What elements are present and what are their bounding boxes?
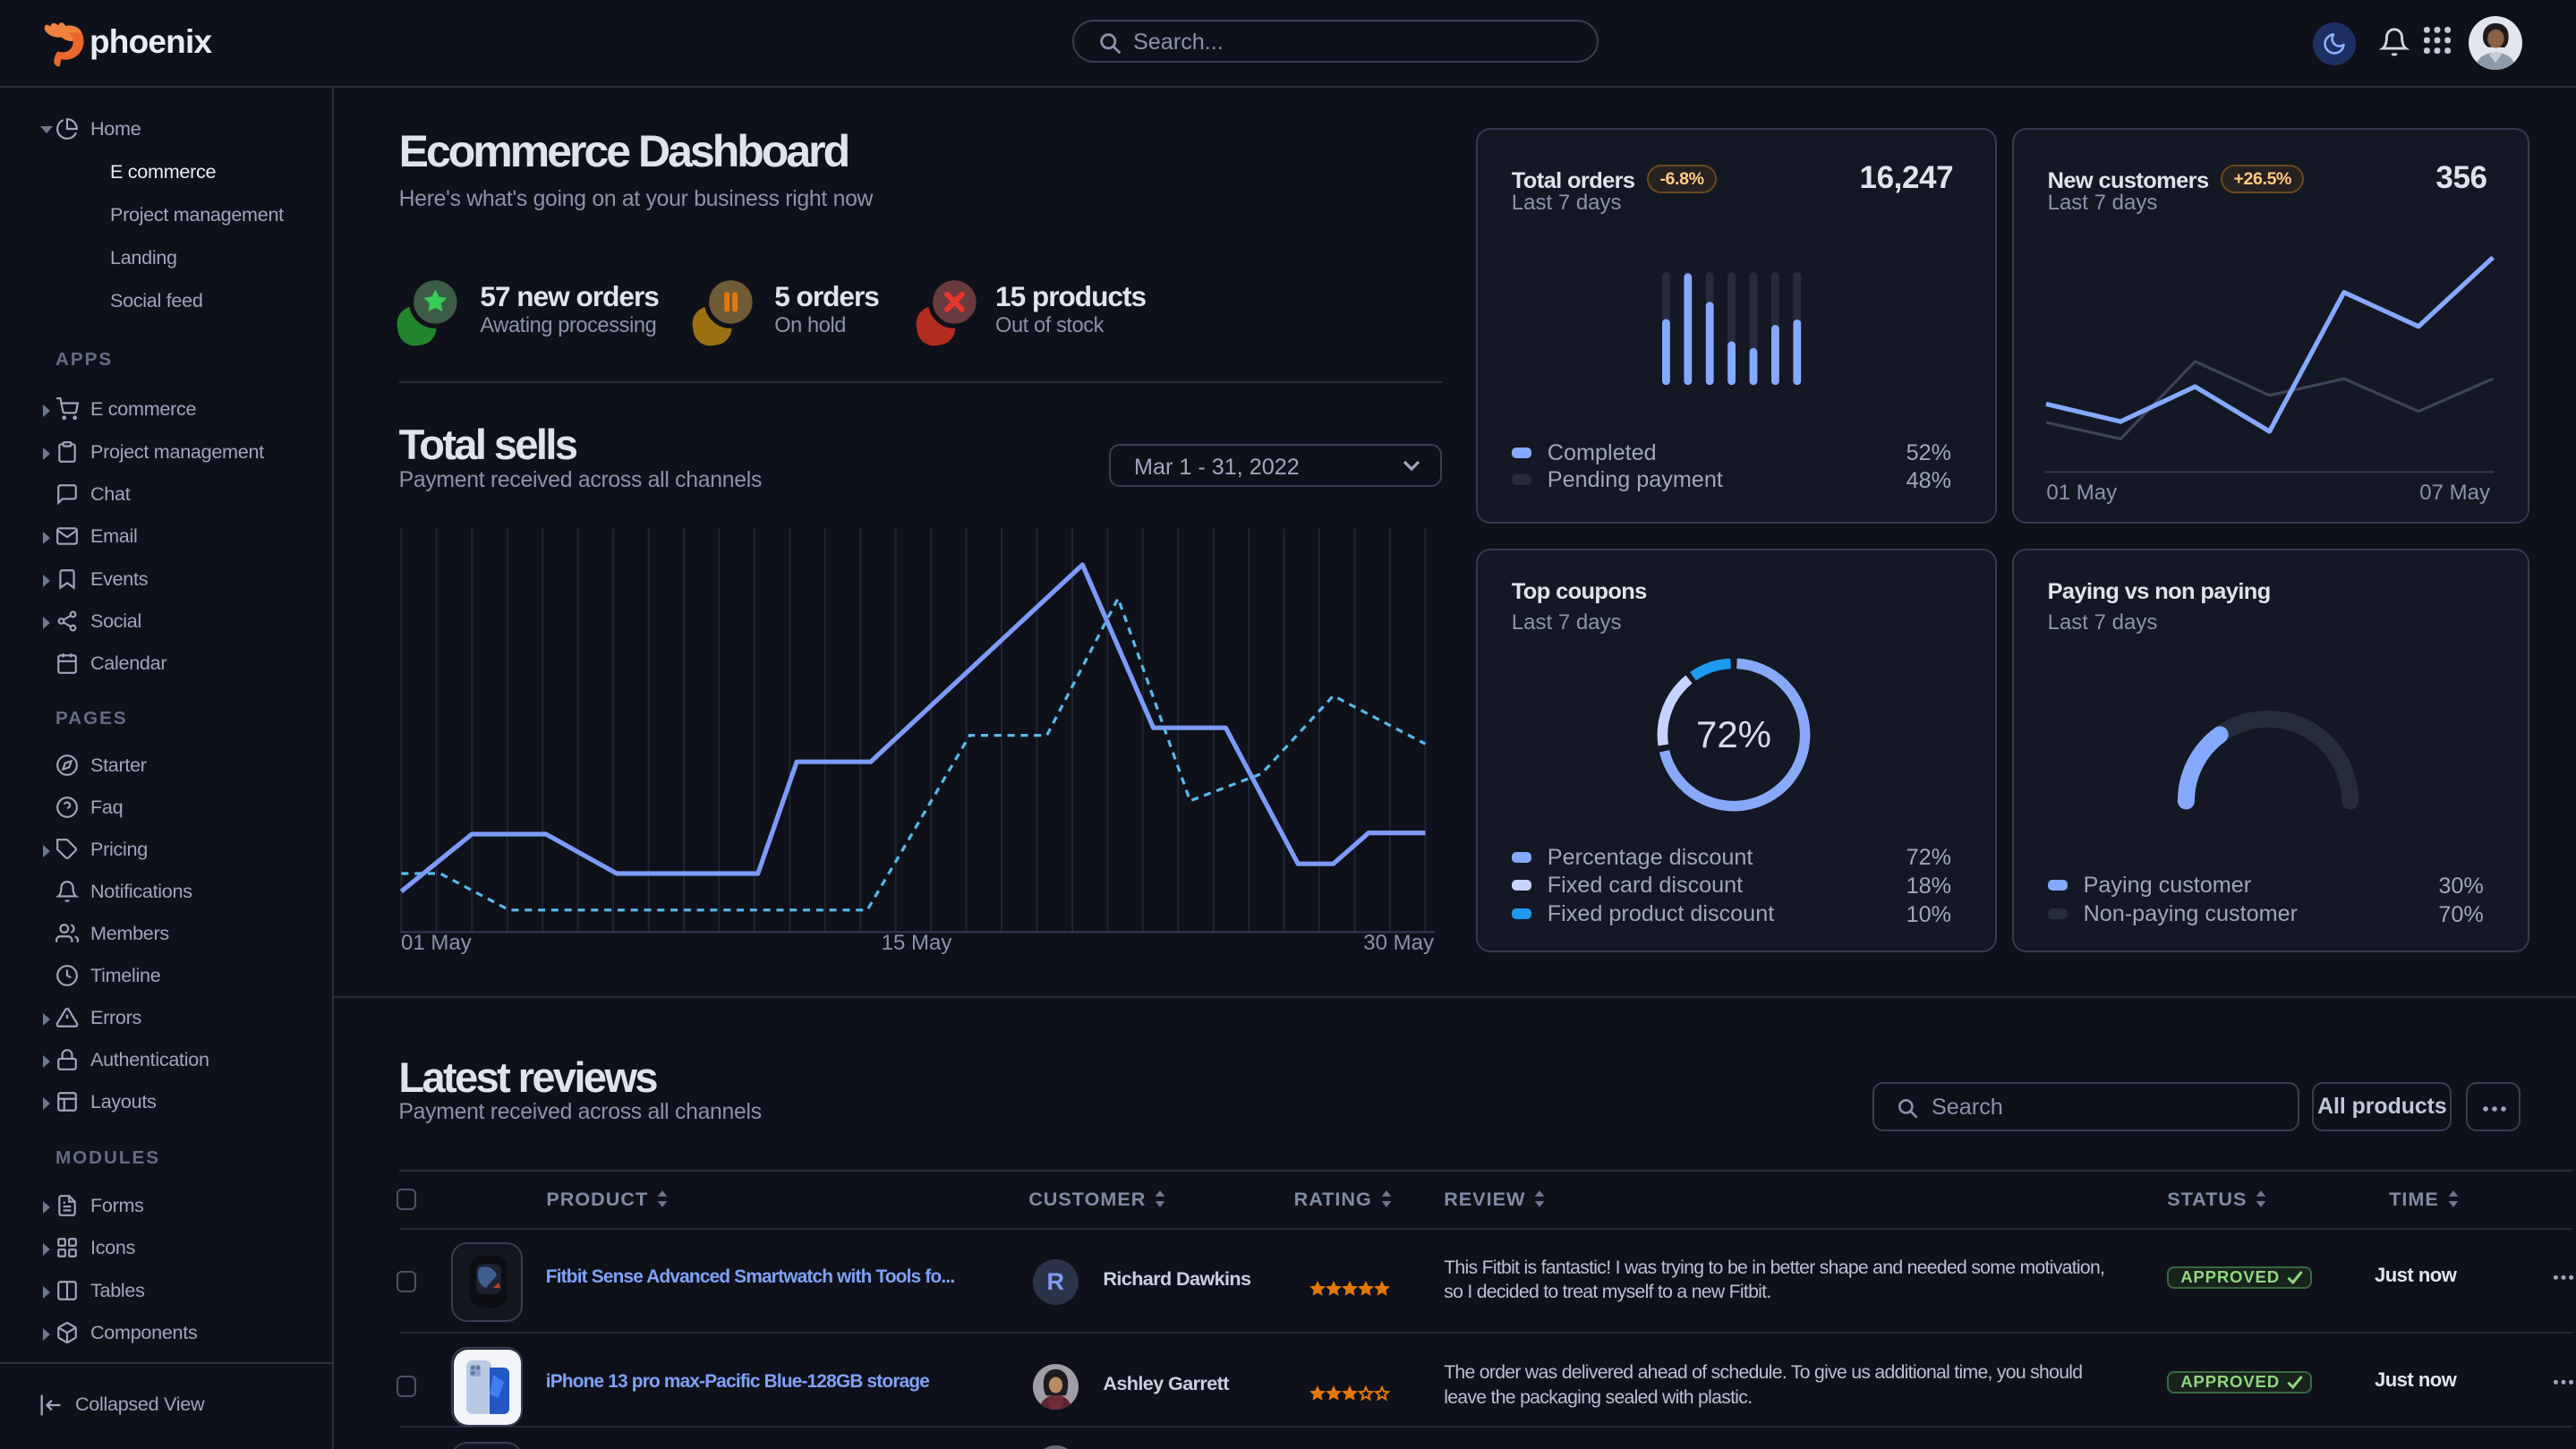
svg-text:72%: 72%	[1696, 713, 1771, 755]
